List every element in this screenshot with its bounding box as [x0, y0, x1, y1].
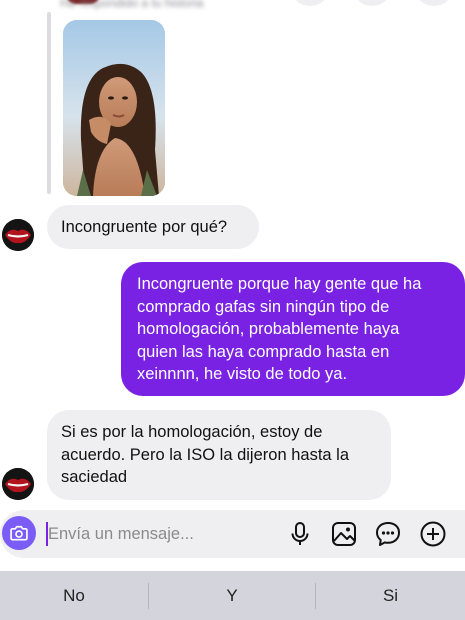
header-action-button[interactable] — [414, 0, 454, 6]
contact-avatar[interactable] — [2, 468, 34, 500]
sticker-button[interactable] — [373, 519, 403, 549]
message-composer — [0, 510, 465, 558]
message-bubble-outgoing[interactable]: Incongruente porque hay gente que ha com… — [121, 262, 465, 396]
lips-avatar-icon — [2, 219, 34, 251]
keyboard-suggestion-bar: No Y Si — [0, 571, 465, 620]
camera-button[interactable] — [2, 516, 36, 550]
suggestion-no[interactable]: No — [0, 571, 148, 620]
suggestion-y[interactable]: Y — [149, 571, 315, 620]
story-reply-header: Ha respondido a tu historia — [0, 0, 465, 16]
message-text: Incongruente por qué? — [61, 218, 228, 236]
microphone-button[interactable] — [285, 519, 315, 549]
add-button[interactable] — [418, 519, 448, 549]
microphone-icon — [291, 522, 309, 545]
message-text: saciedad — [61, 468, 128, 486]
lips-avatar-icon — [2, 468, 34, 500]
sticker-icon — [376, 522, 400, 546]
contact-avatar[interactable] — [2, 219, 34, 251]
suggestion-si[interactable]: Si — [316, 571, 465, 620]
message-text: homologación, probablemente haya — [137, 320, 400, 338]
gallery-icon — [332, 522, 356, 546]
message-text: Si es por la homologación, estoy de — [61, 423, 323, 441]
camera-icon — [10, 525, 28, 541]
story-quote-bar — [47, 12, 51, 194]
header-action-button[interactable] — [290, 0, 330, 6]
message-text: xeinnnn, he visto de todo ya. — [137, 365, 348, 383]
message-input[interactable] — [48, 522, 278, 546]
message-bubble-incoming[interactable]: Si es por la homologación, estoy de acue… — [47, 410, 391, 500]
plus-icon — [420, 521, 446, 547]
story-reply-note: Ha respondido a tu historia — [60, 0, 204, 10]
message-text: quien las haya comprado hasta en — [137, 342, 390, 361]
header-action-button[interactable] — [352, 0, 392, 6]
message-text: comprado gafas sin ningún tipo de — [137, 297, 390, 316]
message-text: Incongruente porque hay gente que ha — [137, 275, 422, 293]
gallery-button[interactable] — [329, 519, 359, 549]
message-text: acuerdo. Pero la ISO la dijeron hasta la — [61, 445, 350, 464]
story-photo-image — [63, 20, 165, 196]
story-thumbnail[interactable] — [63, 20, 165, 196]
message-bubble-incoming[interactable]: Incongruente por qué? — [47, 205, 259, 249]
